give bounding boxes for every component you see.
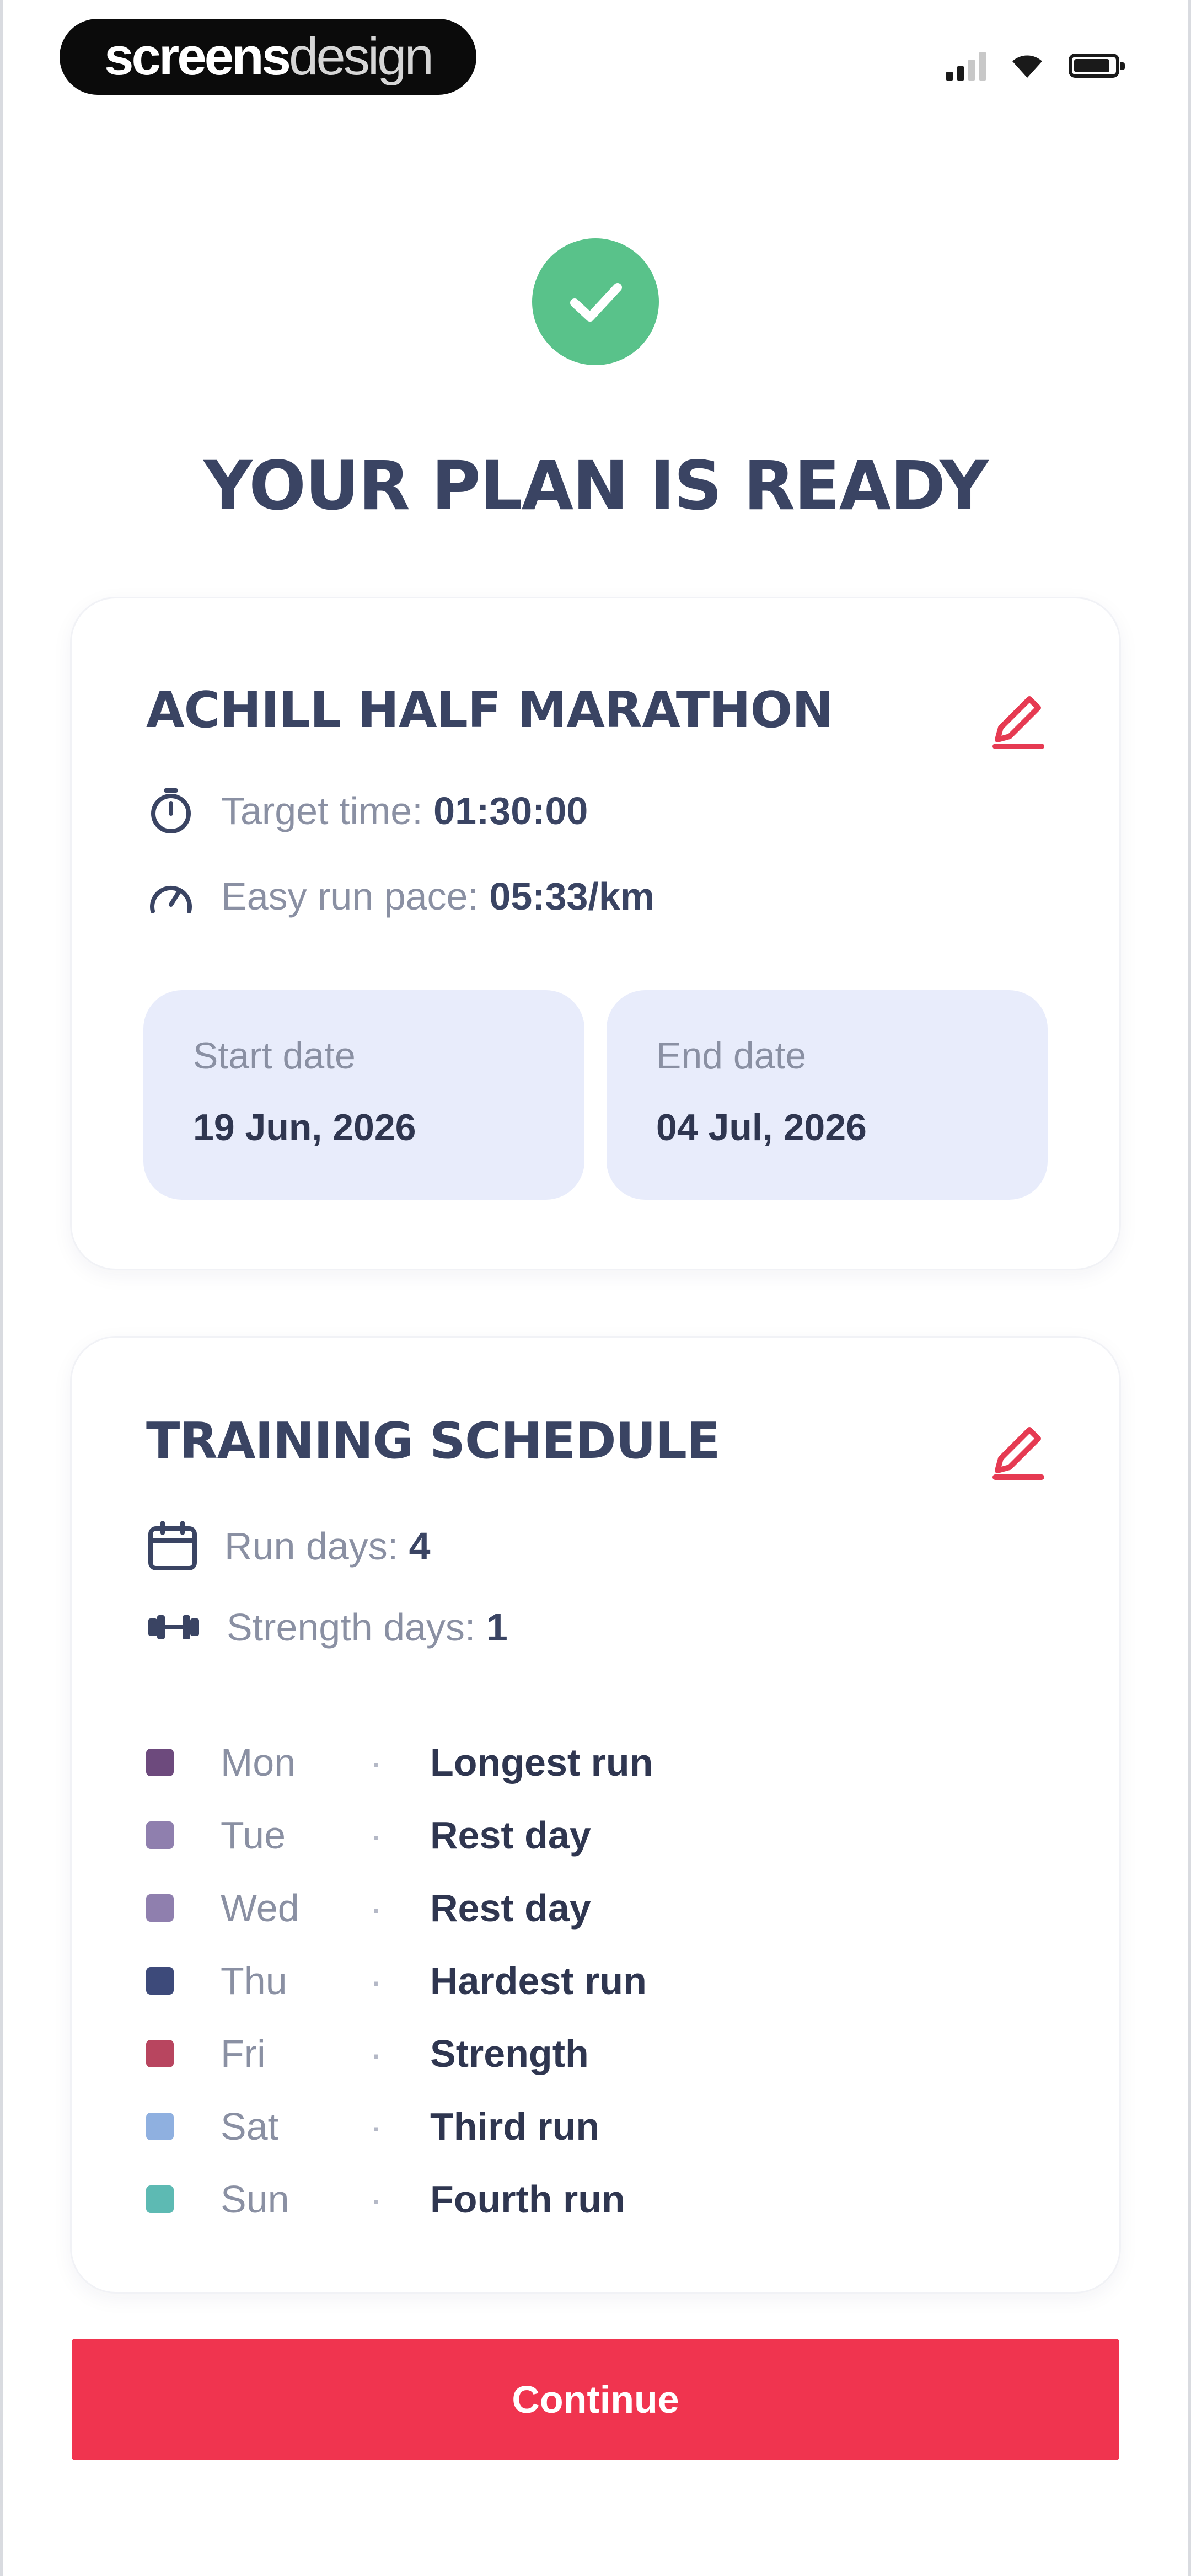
day-color-marker — [146, 1749, 174, 1776]
day-name: Mon — [221, 1741, 296, 1784]
day-color-marker — [146, 1894, 174, 1922]
schedule-row: Thu · Hardest run — [146, 1950, 647, 2011]
status-icons — [946, 51, 1125, 81]
target-time-row: Target time: 01:30:00 — [146, 786, 588, 836]
day-name: Wed — [221, 1886, 299, 1930]
brand-logo: screens design — [60, 19, 476, 95]
page-title: YOUR PLAN IS READY — [203, 447, 989, 525]
day-color-marker — [146, 2040, 174, 2067]
run-days-row: Run days: 4 — [146, 1520, 431, 1573]
day-name: Tue — [221, 1814, 286, 1857]
day-name: Sun — [221, 2178, 289, 2221]
end-date-box[interactable]: End date 04 Jul, 2026 — [607, 990, 1048, 1200]
dumbbell-icon — [148, 1615, 199, 1639]
end-date-label: End date — [656, 1035, 807, 1077]
strength-days-value: 1 — [486, 1606, 508, 1649]
brand-logo-light: design — [289, 27, 434, 86]
day-color-marker — [146, 1821, 174, 1849]
strength-days-row: Strength days: 1 — [146, 1605, 508, 1649]
wifi-icon — [1012, 55, 1042, 78]
day-name: Sat — [221, 2105, 279, 2148]
schedule-card: TRAINING SCHEDULE Run days: 4 Strength d… — [72, 1338, 1119, 2292]
day-color-marker — [146, 1967, 174, 1995]
schedule-row: Mon · Longest run — [146, 1732, 653, 1793]
day-activity: Fourth run — [430, 2178, 625, 2221]
run-days-label: Run days: — [224, 1525, 399, 1568]
battery-icon — [1069, 54, 1125, 78]
strength-days-label: Strength days: — [227, 1606, 476, 1649]
target-time-value: 01:30:00 — [433, 789, 588, 832]
day-name: Fri — [221, 2032, 266, 2075]
easy-pace-label: Easy run pace: — [221, 875, 479, 918]
day-activity: Hardest run — [430, 1959, 647, 2002]
schedule-row: Sun · Fourth run — [146, 2169, 625, 2230]
separator: · — [369, 1814, 383, 1857]
day-activity: Third run — [430, 2105, 600, 2148]
continue-button[interactable]: Continue — [72, 2339, 1119, 2460]
separator: · — [369, 1886, 383, 1930]
stopwatch-icon — [151, 788, 191, 833]
day-activity: Strength — [430, 2032, 589, 2075]
day-name: Thu — [221, 1959, 287, 2002]
schedule-title: TRAINING SCHEDULE — [146, 1412, 720, 1470]
plan-card: ACHILL HALF MARATHON Target time: 01:30:… — [72, 598, 1119, 1269]
pencil-icon[interactable] — [984, 1418, 1050, 1484]
separator: · — [369, 1959, 383, 2002]
signal-icon — [946, 51, 986, 81]
schedule-row: Wed · Rest day — [146, 1878, 591, 1938]
plan-title: ACHILL HALF MARATHON — [146, 681, 833, 739]
separator: · — [369, 2178, 383, 2221]
schedule-row: Fri · Strength — [146, 2023, 589, 2084]
day-activity: Rest day — [430, 1886, 591, 1930]
speedometer-icon — [150, 885, 192, 913]
separator: · — [369, 1741, 383, 1784]
separator: · — [369, 2032, 383, 2075]
pencil-icon[interactable] — [984, 687, 1050, 753]
end-date-value: 04 Jul, 2026 — [656, 1107, 867, 1148]
brand-logo-bold: screens — [104, 27, 291, 86]
easy-pace-row: Easy run pace: 05:33/km — [146, 872, 654, 921]
schedule-row: Sat · Third run — [146, 2096, 599, 2157]
schedule-row: Tue · Rest day — [146, 1805, 591, 1866]
day-color-marker — [146, 2113, 174, 2140]
day-activity: Longest run — [430, 1741, 653, 1784]
start-date-box[interactable]: Start date 19 Jun, 2026 — [143, 990, 584, 1200]
start-date-label: Start date — [193, 1035, 356, 1077]
day-activity: Rest day — [430, 1814, 591, 1857]
day-color-marker — [146, 2185, 174, 2213]
easy-pace-value: 05:33/km — [489, 875, 655, 918]
calendar-icon — [148, 1521, 197, 1570]
start-date-value: 19 Jun, 2026 — [193, 1107, 416, 1148]
run-days-value: 4 — [409, 1525, 431, 1568]
separator: · — [369, 2105, 383, 2148]
success-check-icon — [532, 238, 659, 365]
target-time-label: Target time: — [221, 789, 423, 832]
